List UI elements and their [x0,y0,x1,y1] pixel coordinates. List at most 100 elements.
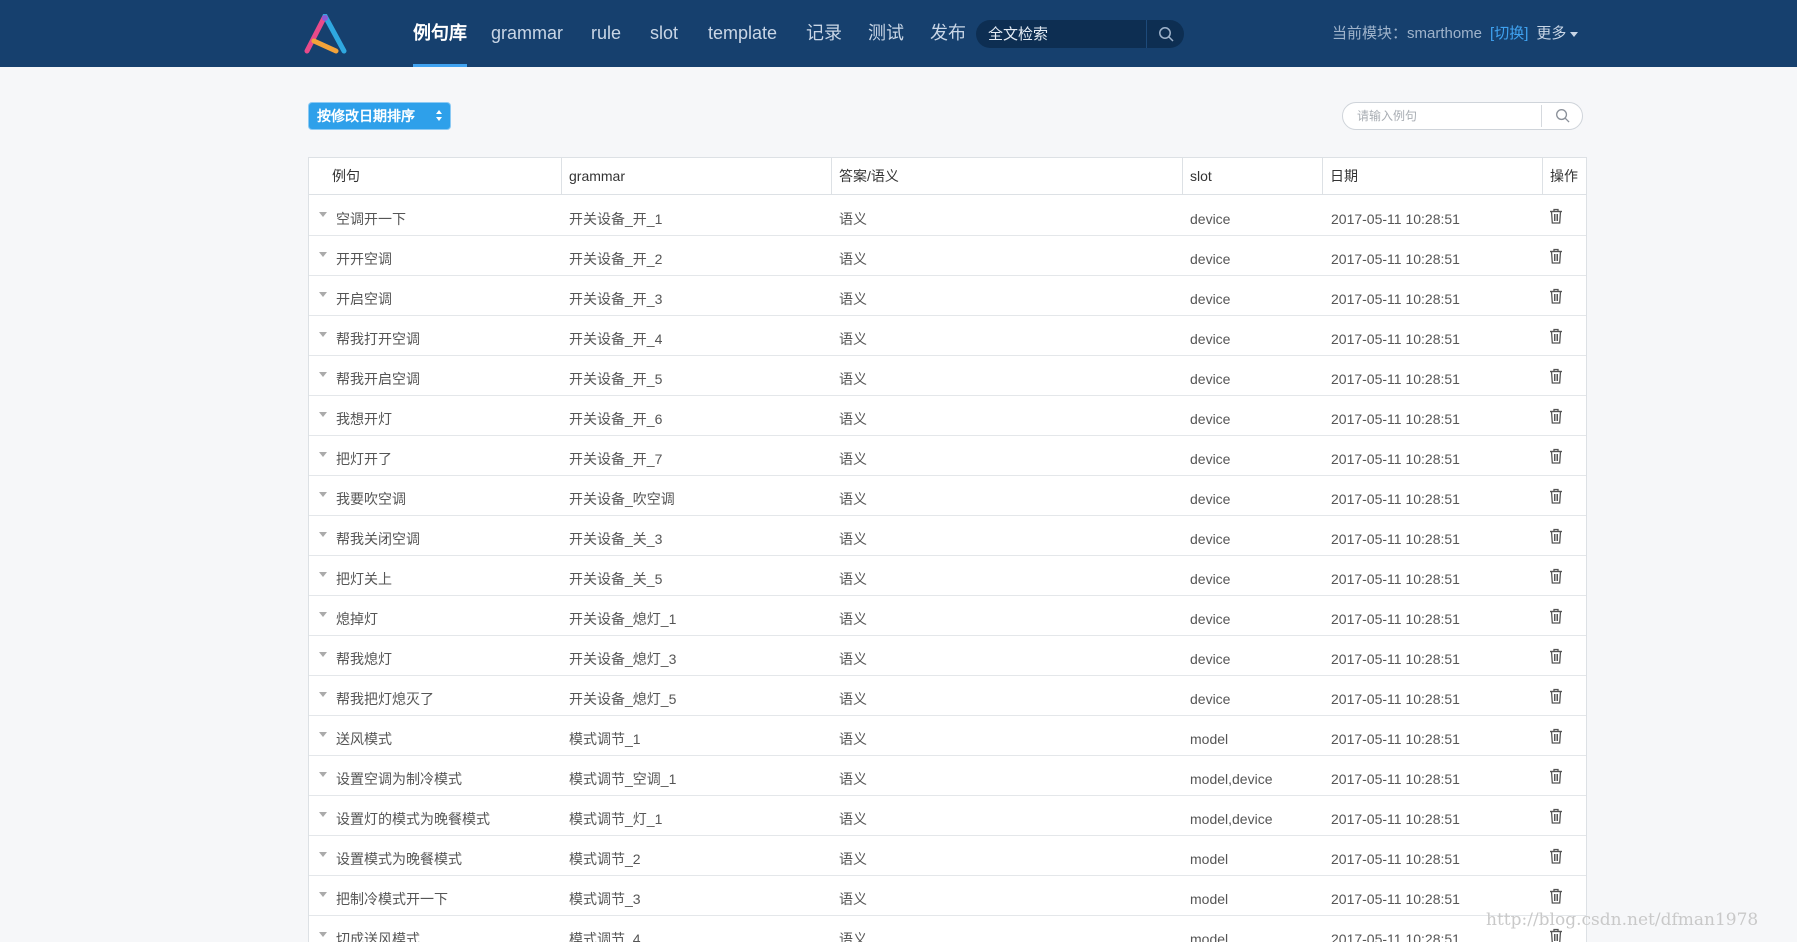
cell-sentence: 把灯关上 [336,571,392,587]
delete-trash-icon[interactable] [1549,888,1563,904]
switch-module-link[interactable]: [切换] [1490,25,1528,42]
cell-answer: 语义 [839,491,867,507]
expand-row-icon[interactable] [319,532,327,537]
cell-date: 2017-05-11 10:28:51 [1331,451,1460,467]
cell-sentence: 熄掉灯 [336,611,378,627]
nav-item[interactable]: 发布 [930,0,966,67]
expand-row-icon[interactable] [319,852,327,857]
cell-grammar: 开关设备_吹空调 [569,491,675,507]
cell-slot: model,device [1190,771,1273,787]
header-date: 日期 [1322,158,1542,195]
cell-date: 2017-05-11 10:28:51 [1331,371,1460,387]
more-menu[interactable]: 更多 [1536,25,1579,42]
delete-trash-icon[interactable] [1549,808,1563,824]
cell-date: 2017-05-11 10:28:51 [1331,411,1460,427]
nav-item[interactable]: rule [591,0,621,67]
expand-row-icon[interactable] [319,572,327,577]
expand-row-icon[interactable] [319,732,327,737]
nav-item[interactable]: 测试 [868,0,904,67]
delete-trash-icon[interactable] [1549,848,1563,864]
delete-trash-icon[interactable] [1549,368,1563,384]
cell-slot: device [1190,531,1231,547]
nav-item[interactable]: 例句库 [413,0,467,67]
expand-row-icon[interactable] [319,692,327,697]
expand-row-icon[interactable] [319,492,327,497]
sort-select[interactable]: 按修改日期排序 [309,103,450,129]
cell-grammar: 模式调节_2 [569,851,641,867]
table-row: 切成送风模式 模式调节_4 语义 model 2017-05-11 10:28:51 [309,916,1586,942]
delete-trash-icon[interactable] [1549,408,1563,424]
watermark: http://blog.csdn.net/dfman1978 [1486,910,1759,930]
delete-trash-icon[interactable] [1549,928,1563,942]
expand-row-icon[interactable] [319,812,327,817]
cell-grammar: 开关设备_开_7 [569,451,663,467]
delete-trash-icon[interactable] [1549,768,1563,784]
delete-trash-icon[interactable] [1549,488,1563,504]
cell-slot: device [1190,331,1231,347]
table-row: 熄掉灯 开关设备_熄灯_1 语义 device 2017-05-11 10:28:51 [309,596,1586,636]
cell-answer: 语义 [839,291,867,307]
delete-trash-icon[interactable] [1549,288,1563,304]
expand-row-icon[interactable] [319,412,327,417]
cell-date: 2017-05-11 10:28:51 [1331,491,1460,507]
delete-trash-icon[interactable] [1549,608,1563,624]
cell-sentence: 把制冷模式开一下 [336,891,448,907]
cell-answer: 语义 [839,331,867,347]
cell-answer: 语义 [839,891,867,907]
delete-trash-icon[interactable] [1549,448,1563,464]
global-search-input[interactable] [988,20,1148,48]
delete-trash-icon[interactable] [1549,728,1563,744]
cell-grammar: 模式调节_灯_1 [569,811,663,827]
cell-slot: model [1190,891,1229,907]
example-search-button[interactable] [1541,105,1581,127]
delete-trash-icon[interactable] [1549,528,1563,544]
expand-row-icon[interactable] [319,252,327,257]
delete-trash-icon[interactable] [1549,208,1563,224]
table-row: 把灯关上 开关设备_关_5 语义 device 2017-05-11 10:28:51 [309,556,1586,596]
delete-trash-icon[interactable] [1549,568,1563,584]
cell-slot: model [1190,731,1229,747]
expand-row-icon[interactable] [319,652,327,657]
caret-down-icon [1570,31,1579,37]
global-search-button[interactable] [1146,20,1184,48]
table-row: 把制冷模式开一下 模式调节_3 语义 model 2017-05-11 10:28:51 [309,876,1586,916]
header-grammar: grammar [561,158,831,195]
expand-row-icon[interactable] [319,932,327,937]
expand-row-icon[interactable] [319,452,327,457]
cell-slot: device [1190,211,1231,227]
search-icon [1159,27,1174,42]
nav-item[interactable]: slot [650,0,678,67]
expand-row-icon[interactable] [319,292,327,297]
cell-sentence: 开开空调 [336,251,392,267]
cell-grammar: 开关设备_开_1 [569,211,663,227]
cell-date: 2017-05-11 10:28:51 [1331,691,1460,707]
table-row: 帮我开启空调 开关设备_开_5 语义 device 2017-05-11 10:28:5… [309,356,1586,396]
nav-item[interactable]: grammar [491,0,563,67]
cell-answer: 语义 [839,371,867,387]
app-logo[interactable] [300,14,350,54]
delete-trash-icon[interactable] [1549,688,1563,704]
cell-sentence: 切成送风模式 [336,931,420,942]
nav-item[interactable]: template [708,0,777,67]
expand-row-icon[interactable] [319,372,327,377]
delete-trash-icon[interactable] [1549,328,1563,344]
cell-sentence: 设置灯的模式为晚餐模式 [336,811,490,827]
cell-answer: 语义 [839,731,867,747]
delete-trash-icon[interactable] [1549,248,1563,264]
expand-row-icon[interactable] [319,212,327,217]
expand-row-icon[interactable] [319,892,327,897]
example-search-input[interactable] [1357,103,1537,129]
delete-trash-icon[interactable] [1549,648,1563,664]
table-row: 帮我关闭空调 开关设备_关_3 语义 device 2017-05-11 10:28:5… [309,516,1586,556]
table-row: 设置模式为晚餐模式 模式调节_2 语义 model 2017-05-11 10:28:5… [309,836,1586,876]
header-answer: 答案/语义 [831,158,1182,195]
expand-row-icon[interactable] [319,612,327,617]
cell-grammar: 模式调节_4 [569,931,641,942]
expand-row-icon[interactable] [319,772,327,777]
table-row: 开开空调 开关设备_开_2 语义 device 2017-05-11 10:28:51 [309,236,1586,276]
cell-slot: device [1190,491,1231,507]
expand-row-icon[interactable] [319,332,327,337]
nav-item[interactable]: 记录 [806,0,842,67]
select-arrows-icon [436,109,444,123]
cell-grammar: 开关设备_熄灯_5 [569,691,677,707]
